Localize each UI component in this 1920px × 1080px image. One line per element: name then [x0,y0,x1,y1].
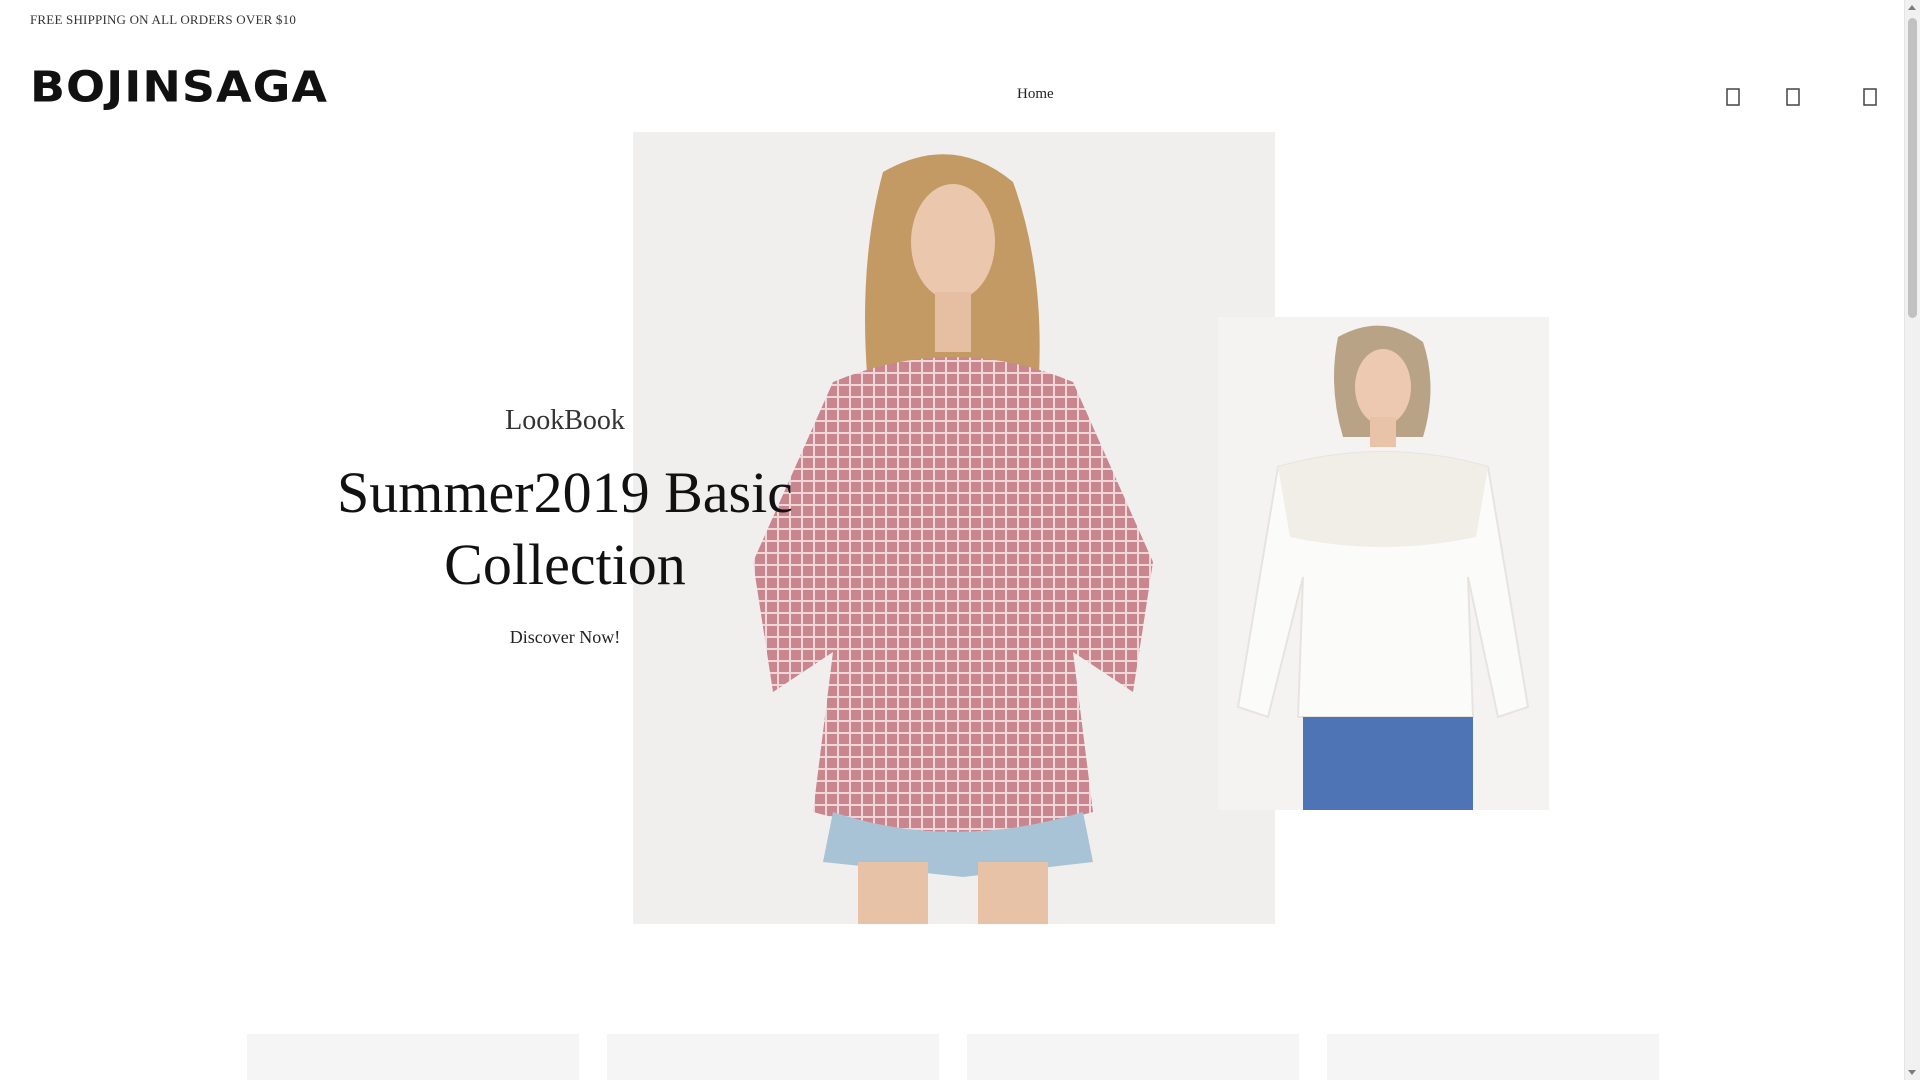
product-tiles-row [0,1034,1905,1080]
product-tile[interactable] [607,1034,939,1080]
cart-icon[interactable] [1860,84,1882,110]
hero-text-block: LookBook Summer2019 Basic Collection Dis… [280,395,850,648]
hero-image-lace-blouse [1218,317,1549,810]
page-scrollbar[interactable] [1904,0,1920,1080]
hero-headline-line1: Summer2019 Basic [337,460,793,525]
account-icon[interactable] [1783,84,1805,110]
discover-now-link[interactable]: Discover Now! [510,627,620,648]
scroll-up-arrow-icon[interactable] [1908,5,1916,10]
brand-logo[interactable]: BOJINSAGA [30,62,328,112]
product-tile[interactable] [967,1034,1299,1080]
product-tile[interactable] [247,1034,579,1080]
nav-item-home[interactable]: Home [1017,86,1054,103]
hero-headline: Summer2019 Basic Collection [280,457,850,601]
scrollbar-thumb[interactable] [1908,18,1917,318]
hero-headline-line2: Collection [444,532,686,597]
hero-kicker: LookBook [505,405,625,436]
scroll-down-arrow-icon[interactable] [1908,1070,1916,1075]
announcement-bar: FREE SHIPPING ON ALL ORDERS OVER $10 [30,12,297,27]
product-tile[interactable] [1327,1034,1659,1080]
search-icon[interactable] [1723,84,1745,110]
